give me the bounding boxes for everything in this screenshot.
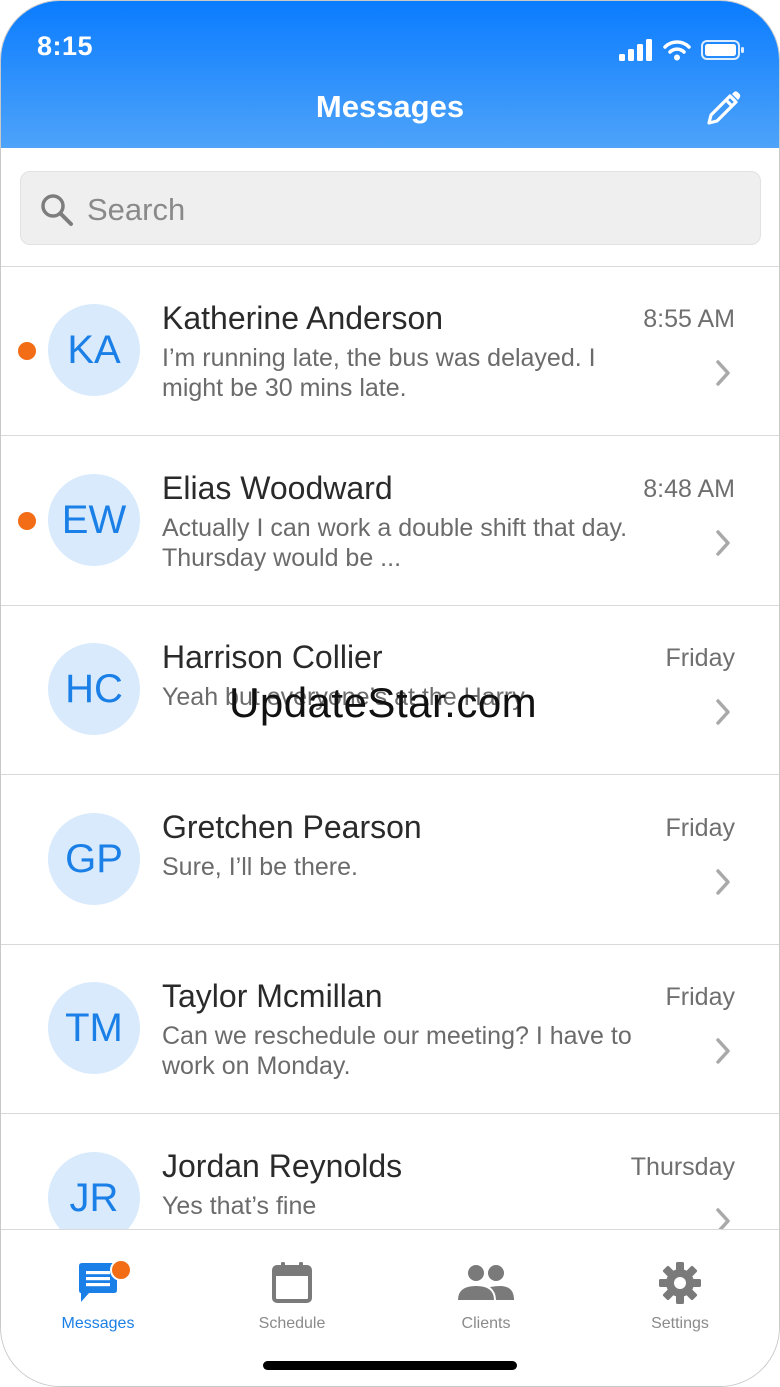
contact-name: Elias Woodward [162,470,393,506]
chevron-right-icon [716,1038,730,1064]
chevron-right-icon [716,360,730,386]
avatar: JR [48,1152,140,1229]
compose-icon[interactable] [703,89,743,129]
message-time: Thursday [630,1153,735,1181]
unread-indicator [18,342,36,360]
tab-label: Settings [651,1315,709,1332]
contact-name: Taylor Mcmillan [162,978,383,1014]
tab-clients[interactable]: Clients [389,1230,583,1340]
conversation-row[interactable]: JR Jordan Reynolds Yes that’s fine Thursday [1,1115,779,1229]
contact-name: Harrison Collier [162,639,383,675]
conversation-list: KA Katherine Anderson I’m running late, th… [1,267,779,1229]
header-bar: 8:15 Messages [1,1,779,148]
phone-frame: 8:15 Messages Search KA Katherine Anders… [0,0,780,1387]
cellular-signal-icon [619,39,652,61]
conversation-row[interactable]: KA Katherine Anderson I’m running late, th… [1,267,779,436]
status-time: 8:15 [37,31,94,61]
avatar: TM [48,982,140,1074]
avatar: HC [48,643,140,735]
message-time: 8:55 AM [643,305,735,333]
page-title: Messages [315,89,465,124]
chevron-right-icon [716,530,730,556]
avatar: GP [48,813,140,905]
search-bar [1,148,779,267]
chevron-right-icon [716,699,730,725]
message-time: Friday [665,814,735,842]
search-field[interactable] [20,171,761,245]
tab-label: Schedule [258,1315,326,1332]
contact-name: Jordan Reynolds [162,1148,403,1184]
chevron-right-icon [716,869,730,895]
conversation-row[interactable]: EW Elias Woodward Actually I can work a do… [1,437,779,606]
tab-schedule[interactable]: Schedule [195,1230,389,1340]
conversation-row[interactable]: TM Taylor Mcmillan Can we reschedule our m… [1,945,779,1114]
tab-settings[interactable]: Settings [583,1230,777,1340]
tab-label: Clients [461,1315,511,1332]
people-icon [458,1265,514,1300]
message-preview: I’m running late, the bus was delayed. I… [162,344,596,402]
message-time: Friday [665,983,735,1011]
gear-icon [659,1262,701,1304]
message-preview: Yes that’s fine [162,1192,317,1220]
search-input[interactable] [85,184,739,236]
watermark: UpdateStar.com [229,679,538,726]
avatar: EW [48,474,140,566]
status-icons [619,37,745,63]
avatar: KA [48,304,140,396]
battery-icon [701,40,744,60]
message-preview: Can we reschedule our meeting? I have to… [162,1022,632,1080]
tab-messages[interactable]: Messages [1,1230,195,1340]
message-preview: Actually I can work a double shift that … [162,514,628,572]
message-time: 8:48 AM [643,475,735,503]
tab-label: Messages [61,1315,135,1332]
calendar-icon [272,1262,312,1303]
unread-badge [110,1259,132,1281]
contact-name: Katherine Anderson [162,300,444,336]
unread-indicator [18,512,36,530]
home-indicator [263,1361,517,1370]
contact-name: Gretchen Pearson [162,809,422,845]
message-time: Friday [665,644,735,672]
wifi-icon [663,40,691,61]
chevron-right-icon [716,1208,730,1229]
message-preview: Sure, I’ll be there. [162,853,358,881]
conversation-row[interactable]: GP Gretchen Pearson Sure, I’ll be there. Fr… [1,776,779,945]
search-icon [41,194,73,226]
